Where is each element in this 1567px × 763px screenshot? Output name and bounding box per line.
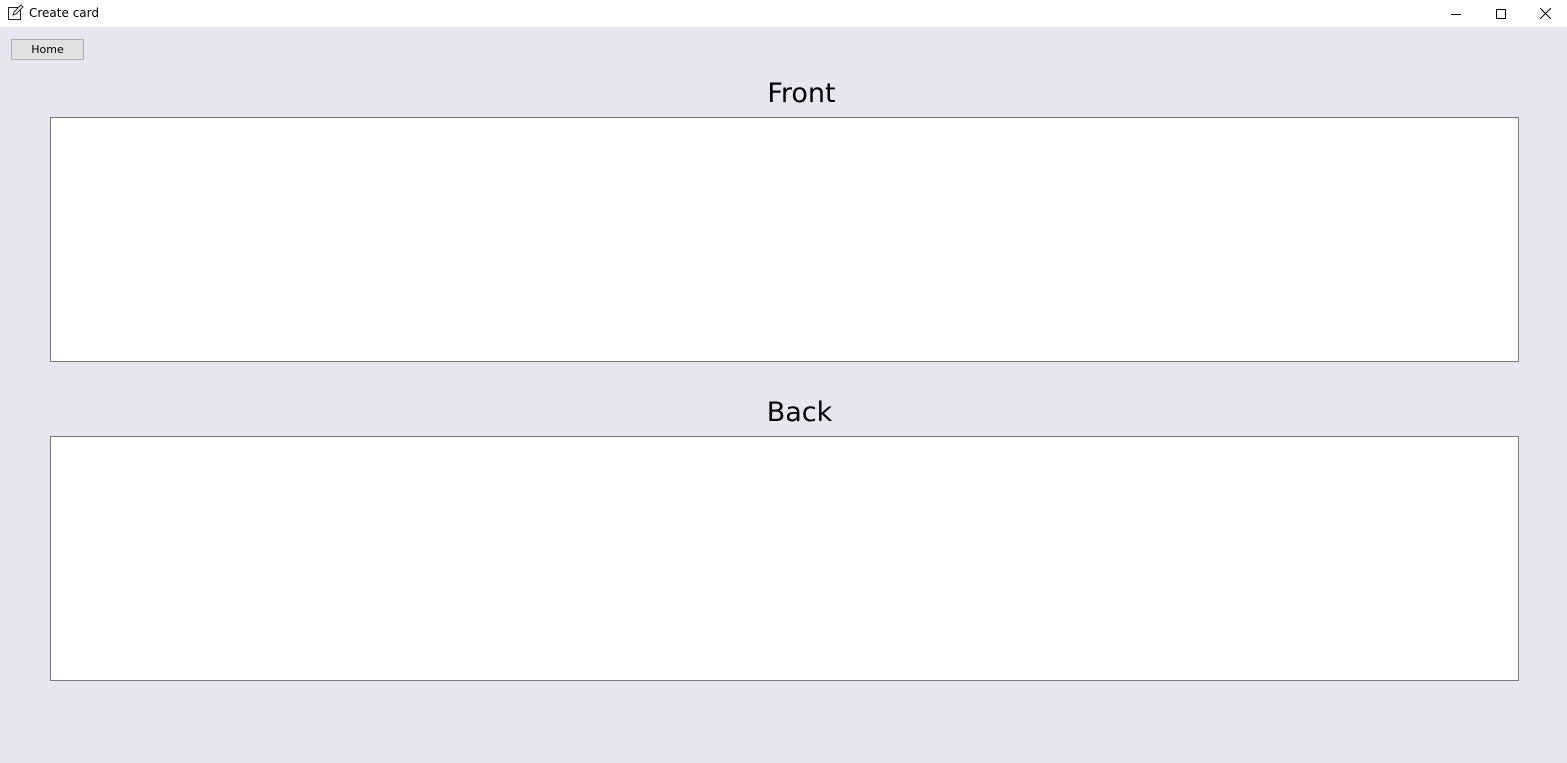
back-heading: Back: [766, 397, 833, 428]
front-text-field[interactable]: [50, 117, 1519, 362]
window-title: Create card: [29, 6, 99, 20]
home-button[interactable]: Home: [11, 39, 84, 60]
close-icon: [1539, 4, 1552, 23]
front-heading: Front: [767, 78, 836, 109]
edit-note-icon: [7, 4, 24, 21]
minimize-icon: [1450, 4, 1461, 23]
maximize-icon: [1495, 4, 1506, 23]
maximize-button[interactable]: [1478, 0, 1523, 27]
minimize-button[interactable]: [1433, 0, 1478, 27]
close-button[interactable]: [1523, 0, 1567, 27]
title-bar: Create card: [0, 0, 1567, 27]
back-text-field[interactable]: [50, 436, 1519, 681]
